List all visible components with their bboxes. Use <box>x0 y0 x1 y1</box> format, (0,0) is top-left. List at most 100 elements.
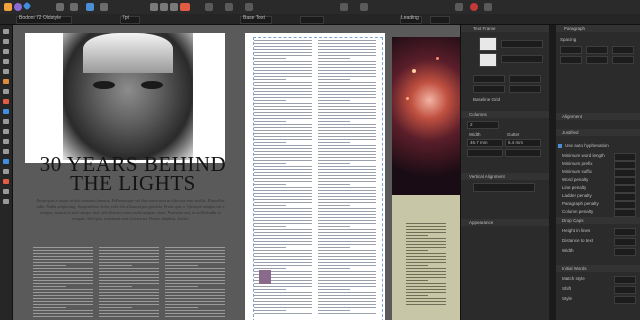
move-tool-icon[interactable] <box>3 29 9 34</box>
crop-tool-icon[interactable] <box>3 159 9 164</box>
font-size-value: 7pt <box>122 15 129 21</box>
boolean-icon[interactable] <box>245 3 253 11</box>
shape-tool-icon[interactable] <box>3 139 9 144</box>
color-swatch-icon[interactable] <box>180 3 190 11</box>
transparency-tool-icon[interactable] <box>3 149 9 154</box>
panel-row-field[interactable] <box>614 161 636 169</box>
space-before-field[interactable] <box>560 56 582 64</box>
rectangle-tool-icon[interactable] <box>3 119 9 124</box>
text-line <box>318 235 376 236</box>
text-frame-selection[interactable] <box>253 37 383 320</box>
panel-row-field[interactable] <box>614 276 636 284</box>
text-line <box>318 217 376 218</box>
text-line <box>318 211 376 212</box>
arrange-icon[interactable] <box>205 3 213 11</box>
picture-frame-tool-icon[interactable] <box>3 109 9 114</box>
table-tool-icon[interactable] <box>3 69 9 74</box>
text-line <box>318 223 376 224</box>
text-line <box>254 79 286 80</box>
grid-icon[interactable] <box>100 3 108 11</box>
gradient-tool-icon[interactable] <box>3 179 9 184</box>
sidebar-text-box[interactable] <box>392 195 460 320</box>
text-line <box>99 259 159 260</box>
text-line <box>254 109 312 110</box>
hyphenation-checkbox[interactable] <box>558 144 562 148</box>
text-line <box>254 130 312 131</box>
indent-right-field[interactable] <box>586 46 608 54</box>
intro-paragraph[interactable]: Proin quis a turpis ut nisl euismod maur… <box>33 198 228 246</box>
text-line <box>254 154 312 155</box>
panel-row-field[interactable] <box>614 201 636 209</box>
fill-tool-icon[interactable] <box>3 99 9 104</box>
ellipse-tool-icon[interactable] <box>3 129 9 134</box>
right-eye <box>141 81 163 89</box>
insert-table-icon[interactable] <box>360 3 368 11</box>
pen-tool-icon[interactable] <box>3 49 9 54</box>
photo-persona-icon[interactable] <box>14 3 22 11</box>
panel-row-field[interactable] <box>614 209 636 217</box>
panel-row-field[interactable] <box>614 153 636 161</box>
text-line <box>406 238 446 239</box>
drop-cap <box>259 270 271 284</box>
text-line <box>318 52 376 53</box>
align-left-icon[interactable] <box>150 3 158 11</box>
panel-row-field[interactable] <box>614 238 636 246</box>
panel-row-field[interactable] <box>614 185 636 193</box>
vertical-alignment-buttons[interactable] <box>473 183 535 192</box>
hand-tool-icon[interactable] <box>3 189 9 194</box>
preflight-icon[interactable] <box>455 3 463 11</box>
text-line <box>318 178 376 179</box>
panel-row-field[interactable] <box>614 177 636 185</box>
char-style-field[interactable] <box>300 16 324 24</box>
panel-row-field[interactable] <box>614 286 636 294</box>
indent-left-field[interactable] <box>560 46 582 54</box>
portrait-photo[interactable] <box>63 33 193 160</box>
align-center-icon[interactable] <box>160 3 168 11</box>
headline[interactable]: 30 YEARS BEHIND THE LIGHTS <box>28 154 238 194</box>
text-line <box>254 67 312 68</box>
space-after-field[interactable] <box>586 56 608 64</box>
panel-row-field[interactable] <box>614 296 636 304</box>
tracking-field[interactable] <box>430 16 450 24</box>
text-line <box>318 73 376 74</box>
text-line <box>318 304 376 305</box>
color-picker-tool-icon[interactable] <box>3 169 9 174</box>
panel-row-field[interactable] <box>614 228 636 236</box>
designer-persona-icon[interactable] <box>22 1 32 11</box>
inset-top-field[interactable] <box>501 40 543 48</box>
page-tools-icon[interactable] <box>56 3 64 11</box>
record-icon[interactable] <box>470 3 478 11</box>
woman-photo[interactable] <box>392 37 460 195</box>
zoom-tool-icon[interactable] <box>3 199 9 204</box>
inset-left-field[interactable] <box>473 75 505 83</box>
snapping-icon[interactable] <box>340 3 348 11</box>
transform-icon[interactable] <box>225 3 233 11</box>
text-line <box>318 148 376 149</box>
inset-bottom-field[interactable] <box>501 55 543 63</box>
assistant-icon[interactable] <box>86 3 94 11</box>
artistic-text-tool-icon[interactable] <box>3 79 9 84</box>
frame-text-tool-icon[interactable] <box>3 89 9 94</box>
panel-row-field[interactable] <box>614 169 636 177</box>
left-body-text[interactable] <box>33 245 228 320</box>
gutter-field-2[interactable] <box>505 149 541 157</box>
inset-right-field[interactable] <box>509 75 541 83</box>
panel-row-field[interactable] <box>614 248 636 256</box>
inset-b-field[interactable] <box>509 85 541 93</box>
publisher-persona-icon[interactable] <box>4 3 12 11</box>
node-tool-icon[interactable] <box>3 39 9 44</box>
document-canvas[interactable]: 30 YEARS BEHIND THE LIGHTS Proin quis a … <box>13 25 460 320</box>
column-width-field-2[interactable] <box>467 149 503 157</box>
panel-row-field[interactable] <box>614 193 636 201</box>
indent-first-field[interactable] <box>612 46 634 54</box>
view-mode-icon[interactable] <box>70 3 78 11</box>
text-line <box>254 43 312 44</box>
pencil-tool-icon[interactable] <box>3 59 9 64</box>
space-between-field[interactable] <box>612 56 634 64</box>
align-right-icon[interactable] <box>170 3 178 11</box>
share-icon[interactable] <box>484 3 492 11</box>
text-line <box>318 277 376 278</box>
text-line <box>254 61 312 62</box>
text-line <box>318 136 376 137</box>
inset-a-field[interactable] <box>473 85 505 93</box>
